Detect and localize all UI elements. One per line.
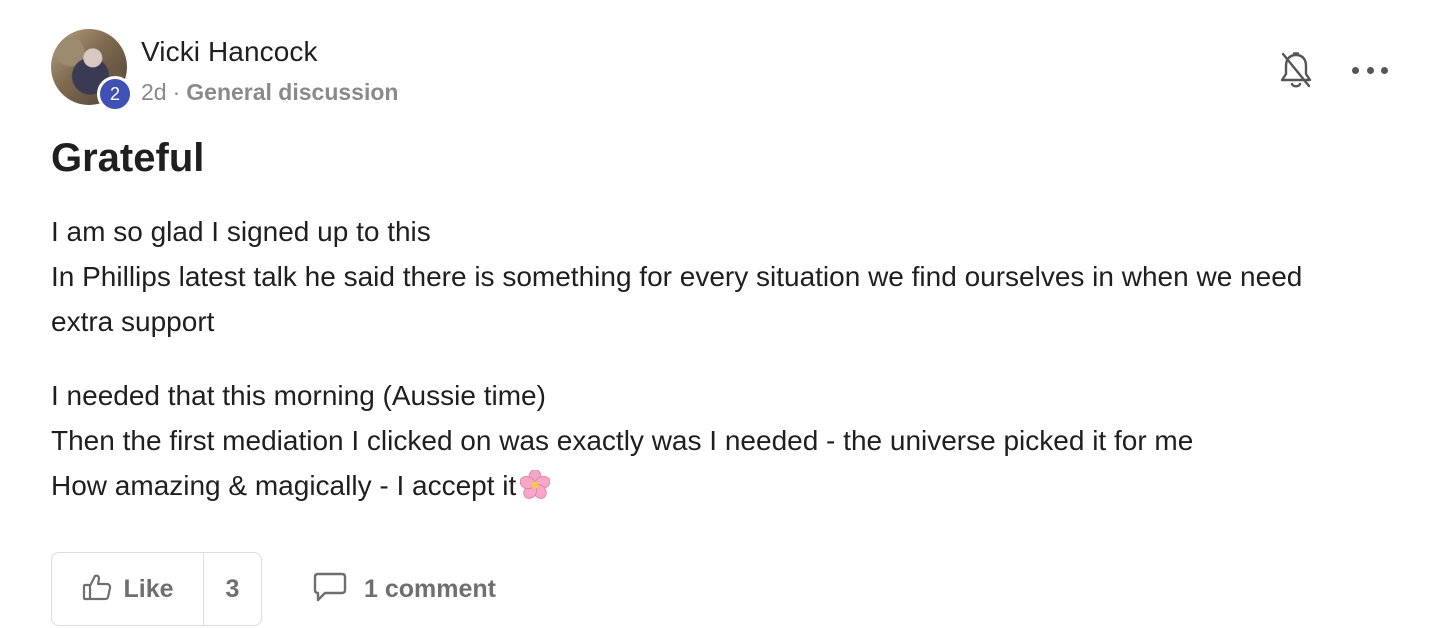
comments-button[interactable]: 1 comment [312, 566, 496, 612]
post-card: 2 Vicki Hancock 2d · General discussion … [0, 0, 1440, 628]
body-line: In Phillips latest talk he said there is… [51, 261, 1303, 292]
like-label: Like [123, 574, 174, 603]
post-title: Grateful [51, 136, 205, 180]
more-horizontal-icon[interactable] [1352, 58, 1388, 82]
post-body: I am so glad I signed up to this In Phil… [51, 209, 1411, 508]
comment-icon [312, 571, 348, 608]
post-age: 2d [141, 79, 167, 105]
cherry-blossom-icon [519, 468, 551, 499]
body-line: Then the first mediation I clicked on wa… [51, 425, 1194, 456]
comment-count-label: 1 comment [364, 574, 496, 603]
body-line-with-emoji: How amazing & magically - I accept it [51, 463, 1411, 508]
like-control: Like 3 [51, 552, 262, 626]
like-button[interactable]: Like [52, 553, 204, 625]
author-name[interactable]: Vicki Hancock [141, 36, 318, 68]
body-line-text: How amazing & magically - I accept it [51, 470, 517, 501]
body-line: I am so glad I signed up to this [51, 216, 431, 247]
level-badge: 2 [97, 76, 133, 112]
like-count[interactable]: 3 [204, 553, 261, 625]
meta-separator: · [172, 79, 181, 105]
body-line: I needed that this morning (Aussie time) [51, 380, 546, 411]
thumbs-up-icon [81, 572, 113, 607]
body-line: extra support [51, 306, 215, 337]
post-category-link[interactable]: General discussion [186, 79, 398, 106]
post-meta: 2d · General discussion [141, 79, 398, 106]
author-avatar-container[interactable]: 2 [51, 29, 133, 112]
bell-off-icon[interactable] [1278, 50, 1314, 90]
